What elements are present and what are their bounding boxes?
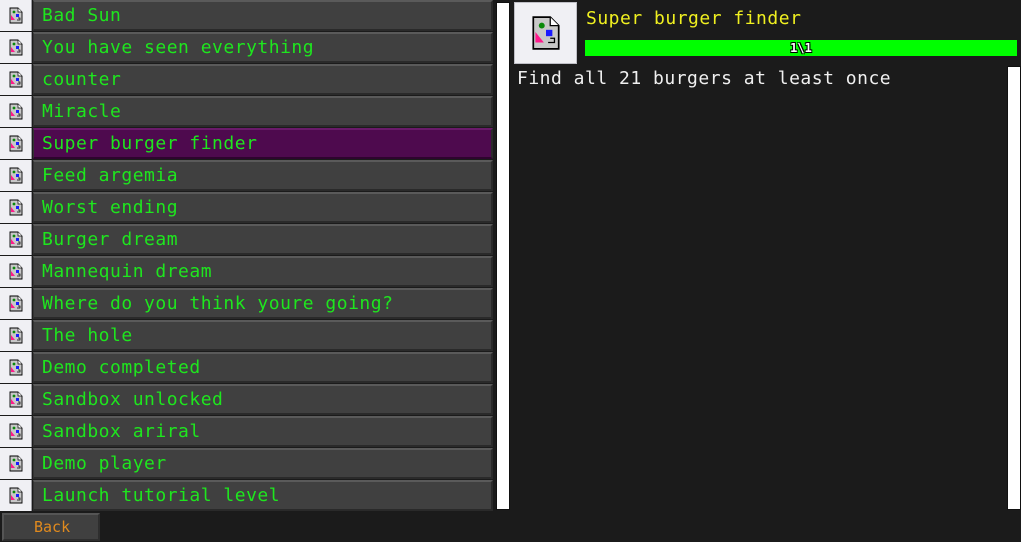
achievement-icon-frame bbox=[0, 128, 32, 159]
broken-image-icon bbox=[9, 103, 23, 120]
achievement-list-item[interactable]: Where do you think youre going? bbox=[0, 288, 493, 320]
achievement-icon-frame bbox=[0, 288, 32, 319]
achievement-icon-frame bbox=[0, 32, 32, 63]
achievement-icon-frame bbox=[0, 64, 32, 95]
achievement-icon-frame bbox=[0, 96, 32, 127]
broken-image-icon bbox=[9, 135, 23, 152]
broken-image-icon bbox=[9, 391, 23, 408]
achievement-icon-frame bbox=[0, 480, 32, 511]
achievement-label[interactable]: Super burger finder bbox=[33, 128, 493, 159]
achievement-label[interactable]: Demo completed bbox=[33, 352, 493, 383]
broken-image-icon bbox=[532, 16, 560, 50]
achievement-list-item[interactable]: Launch tutorial level bbox=[0, 480, 493, 512]
achievement-icon-frame bbox=[0, 384, 32, 415]
back-button[interactable]: Back bbox=[2, 513, 100, 541]
achievement-icon-frame bbox=[0, 352, 32, 383]
achievement-label[interactable]: Feed argemia bbox=[33, 160, 493, 191]
bottom-bar: Back bbox=[0, 512, 1021, 542]
achievement-list-scrollbar[interactable] bbox=[496, 2, 510, 510]
achievement-icon-frame bbox=[0, 256, 32, 287]
achievement-list-item[interactable]: Sandbox ariral bbox=[0, 416, 493, 448]
broken-image-icon bbox=[9, 359, 23, 376]
achievement-label[interactable]: Bad Sun bbox=[33, 0, 493, 31]
achievement-icon-frame bbox=[0, 192, 32, 223]
achievement-list-item[interactable]: Sandbox unlocked bbox=[0, 384, 493, 416]
achievement-list-item[interactable]: Bad Sun bbox=[0, 0, 493, 32]
achievement-label[interactable]: You have seen everything bbox=[33, 32, 493, 63]
achievement-description: Find all 21 burgers at least once bbox=[517, 68, 892, 89]
achievement-list-item[interactable]: Feed argemia bbox=[0, 160, 493, 192]
achievement-list-scroll-thumb[interactable] bbox=[497, 3, 509, 509]
broken-image-icon bbox=[9, 231, 23, 248]
achievement-detail-icon-frame bbox=[514, 2, 577, 64]
description-scroll-thumb[interactable] bbox=[1008, 67, 1020, 509]
broken-image-icon bbox=[9, 295, 23, 312]
achievement-progress-text: 1\1 bbox=[790, 41, 812, 55]
broken-image-icon bbox=[9, 455, 23, 472]
achievement-icon-frame bbox=[0, 448, 32, 479]
broken-image-icon bbox=[9, 71, 23, 88]
achievement-label[interactable]: counter bbox=[33, 64, 493, 95]
broken-image-icon bbox=[9, 7, 23, 24]
achievement-list-item[interactable]: Miracle bbox=[0, 96, 493, 128]
achievement-detail-title: Super burger finder bbox=[586, 8, 802, 29]
achievement-icon-frame bbox=[0, 224, 32, 255]
achievement-label[interactable]: Burger dream bbox=[33, 224, 493, 255]
achievement-label[interactable]: Mannequin dream bbox=[33, 256, 493, 287]
achievement-label[interactable]: Sandbox unlocked bbox=[33, 384, 493, 415]
achievement-label[interactable]: Sandbox ariral bbox=[33, 416, 493, 447]
broken-image-icon bbox=[9, 327, 23, 344]
achievement-list-item[interactable]: Mannequin dream bbox=[0, 256, 493, 288]
achievement-list: Bad Sun You have seen everything counter Mi… bbox=[0, 0, 496, 512]
achievement-icon-frame bbox=[0, 0, 32, 31]
description-scrollbar[interactable] bbox=[1007, 66, 1021, 510]
broken-image-icon bbox=[9, 487, 23, 504]
achievement-list-item[interactable]: counter bbox=[0, 64, 493, 96]
achievement-label[interactable]: The hole bbox=[33, 320, 493, 351]
achievement-list-item[interactable]: Demo player bbox=[0, 448, 493, 480]
broken-image-icon bbox=[9, 263, 23, 280]
achievement-detail-panel: Super burger finder 1\1 Find all 21 burg… bbox=[512, 0, 1021, 512]
achievement-label[interactable]: Miracle bbox=[33, 96, 493, 127]
achievement-label[interactable]: Launch tutorial level bbox=[33, 480, 493, 511]
achievement-list-item[interactable]: Burger dream bbox=[0, 224, 493, 256]
achievement-description-box: Find all 21 burgers at least once bbox=[512, 66, 1008, 510]
achievement-list-item[interactable]: The hole bbox=[0, 320, 493, 352]
achievement-label[interactable]: Where do you think youre going? bbox=[33, 288, 493, 319]
achievement-list-item[interactable]: You have seen everything bbox=[0, 32, 493, 64]
broken-image-icon bbox=[9, 167, 23, 184]
achievement-icon-frame bbox=[0, 416, 32, 447]
broken-image-icon bbox=[9, 423, 23, 440]
broken-image-icon bbox=[9, 39, 23, 56]
achievement-list-item[interactable]: Worst ending bbox=[0, 192, 493, 224]
achievement-icon-frame bbox=[0, 160, 32, 191]
achievement-label[interactable]: Demo player bbox=[33, 448, 493, 479]
achievement-label[interactable]: Worst ending bbox=[33, 192, 493, 223]
achievement-icon-frame bbox=[0, 320, 32, 351]
broken-image-icon bbox=[9, 199, 23, 216]
achievement-list-item[interactable]: Demo completed bbox=[0, 352, 493, 384]
achievement-progress-bar: 1\1 bbox=[585, 40, 1017, 56]
achievement-list-item[interactable]: Super burger finder bbox=[0, 128, 493, 160]
